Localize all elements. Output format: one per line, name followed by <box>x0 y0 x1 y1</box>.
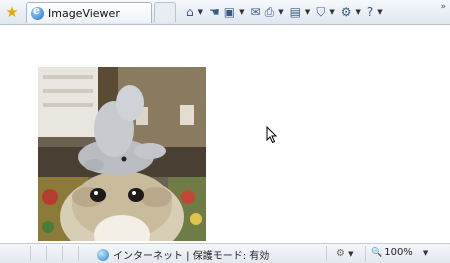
dog-photo <box>38 67 206 241</box>
favorites-star-icon[interactable]: ★ <box>3 2 21 22</box>
tab-title: ImageViewer <box>48 6 120 20</box>
internet-globe-icon <box>97 248 109 261</box>
status-divider <box>62 246 63 261</box>
status-divider <box>30 246 31 261</box>
dropdown-caret-icon[interactable]: ▼ <box>198 8 203 16</box>
tools-gear-icon[interactable]: ⚙ <box>341 3 352 21</box>
print-icon[interactable]: ⎙ <box>265 3 275 21</box>
new-tab-button[interactable] <box>154 2 176 22</box>
home-icon[interactable]: ⌂ <box>186 3 194 21</box>
zoom-control[interactable]: 🔍 100% ▼ <box>371 247 428 258</box>
dropdown-caret-icon[interactable]: ▼ <box>278 8 283 16</box>
status-divider <box>78 246 79 261</box>
security-zone[interactable]: インターネット | 保護モード: 有効 <box>97 247 269 262</box>
dropdown-caret-icon[interactable]: ▼ <box>239 8 244 16</box>
dropdown-caret-icon[interactable]: ▼ <box>305 8 310 16</box>
zoom-icon: 🔍 <box>371 247 383 258</box>
browser-toolbar: ★ ImageViewer ⌂▼☚▣▼✉⎙▼▤▼⛉▼⚙▼?▼ » <box>0 0 450 25</box>
more-commands-icon[interactable]: » <box>440 2 446 12</box>
status-divider <box>326 246 327 261</box>
safety-icon[interactable]: ⛉ <box>316 3 325 21</box>
status-bar: インターネット | 保護モード: 有効 ⚙ ▼ 🔍 100% ▼ <box>0 243 450 263</box>
status-divider <box>46 246 47 261</box>
status-divider <box>365 246 366 261</box>
tab-imageviewer[interactable]: ImageViewer <box>26 2 152 23</box>
help-icon[interactable]: ? <box>367 3 373 21</box>
zoom-dropdown-icon[interactable]: ▼ <box>423 249 428 257</box>
security-settings-icon[interactable]: ⚙ ▼ <box>336 248 354 259</box>
dropdown-caret-icon[interactable]: ▼ <box>377 8 382 16</box>
zone-text: インターネット | 保護モード: 有効 <box>113 251 270 262</box>
ie-page-icon <box>31 4 44 20</box>
dropdown-caret-icon[interactable]: ▼ <box>355 8 360 16</box>
dog-with-toy-image <box>38 67 206 241</box>
zoom-level: 100% <box>384 247 413 258</box>
mouse-cursor-icon <box>266 126 278 144</box>
feeds-icon[interactable]: ▣ <box>224 3 235 21</box>
hand-icon[interactable]: ☚ <box>209 3 220 21</box>
page-icon[interactable]: ▤ <box>290 3 301 21</box>
mail-icon[interactable]: ✉ <box>251 3 261 21</box>
dropdown-caret-icon[interactable]: ▼ <box>329 8 334 16</box>
command-bar: ⌂ ▼ ☚ ▣ ▼ ✉ ⎙ ▼ ▤ ▼ ⛉ ▼ ⚙ ▼? ▼ <box>186 3 389 21</box>
